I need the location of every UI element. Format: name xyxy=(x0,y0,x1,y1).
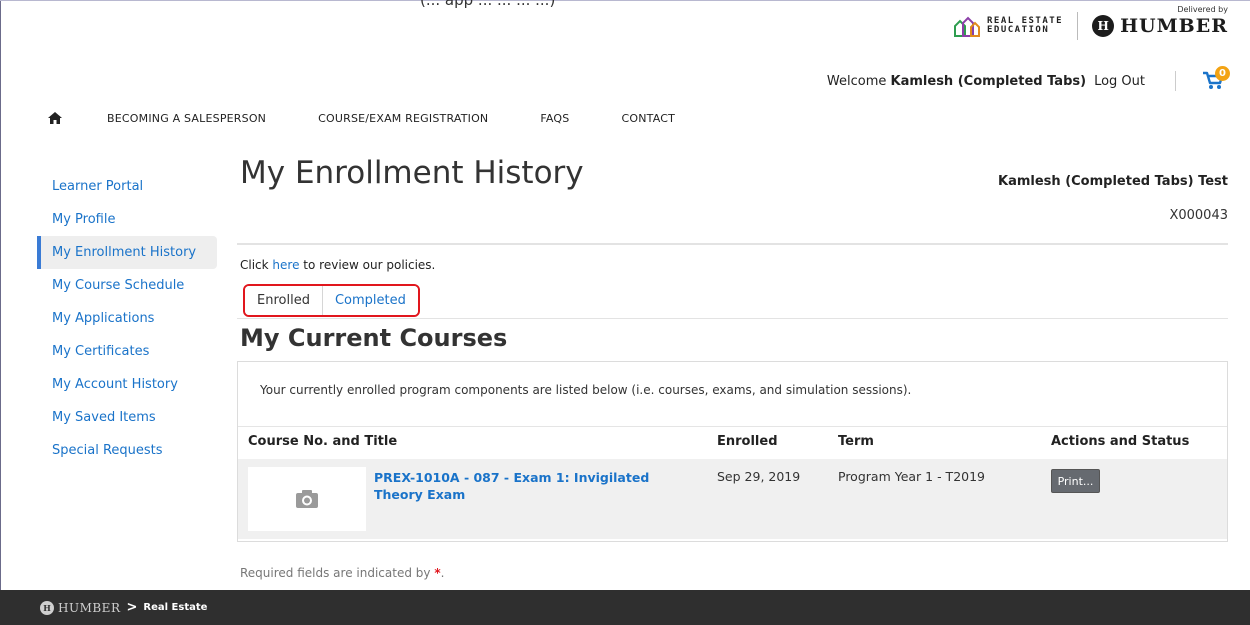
section-title: My Current Courses xyxy=(240,324,508,352)
clipped-caption: (... app ... ... ... ...) xyxy=(420,0,556,9)
policy-suffix: to review our policies. xyxy=(303,258,436,272)
sidebar-item-my-profile[interactable]: My Profile xyxy=(37,203,217,236)
window-left-edge xyxy=(0,0,1,590)
course-term: Program Year 1 - T2019 xyxy=(838,469,986,484)
sidebar-item-my-applications[interactable]: My Applications xyxy=(37,302,217,335)
course-thumbnail xyxy=(248,467,366,531)
education-text: EDUCATION xyxy=(987,25,1050,35)
camera-icon xyxy=(296,490,318,508)
title-divider xyxy=(237,243,1228,245)
delivered-by-text: Delivered by xyxy=(1177,5,1228,14)
required-fields-note: Required fields are indicated by *. xyxy=(240,566,444,580)
print-button[interactable]: Print... xyxy=(1051,469,1100,493)
nav-faqs[interactable]: FAQS xyxy=(540,112,569,125)
logout-link[interactable]: Log Out xyxy=(1094,74,1145,89)
welcome-divider xyxy=(1175,71,1176,91)
tab-completed[interactable]: Completed xyxy=(322,286,418,315)
window-top-edge xyxy=(0,0,1250,1)
cart-count-badge: 0 xyxy=(1215,66,1230,81)
sidebar-item-my-saved-items[interactable]: My Saved Items xyxy=(37,401,217,434)
nav-contact[interactable]: CONTACT xyxy=(621,112,675,125)
sidebar-item-my-course-schedule[interactable]: My Course Schedule xyxy=(37,269,217,302)
footer: H HUMBER > Real Estate xyxy=(0,590,1250,625)
footer-humber-mark-icon: H xyxy=(40,600,54,615)
real-estate-education-logo[interactable]: REAL ESTATE EDUCATION xyxy=(953,15,1063,37)
cart-button[interactable]: 0 xyxy=(1202,66,1230,92)
sidebar-item-my-certificates[interactable]: My Certificates xyxy=(37,335,217,368)
policy-notice: Click here to review our policies. xyxy=(240,258,435,272)
enrollment-tabs: Enrolled Completed xyxy=(243,284,420,317)
column-header-actions: Actions and Status xyxy=(1051,434,1190,449)
course-enrolled-date: Sep 29, 2019 xyxy=(717,469,801,484)
column-header-enrolled: Enrolled xyxy=(717,434,778,449)
course-title-link[interactable]: PREX-1010A - 087 - Exam 1: Invigilated T… xyxy=(374,469,699,503)
welcome-username: Kamlesh (Completed Tabs) xyxy=(890,73,1087,89)
courses-panel: Your currently enrolled program componen… xyxy=(237,361,1228,542)
tabs-divider xyxy=(237,318,1228,319)
humber-wordmark: HUMBER xyxy=(1120,15,1228,37)
houses-icon xyxy=(953,15,981,37)
welcome-bar: Welcome Kamlesh (Completed Tabs) Log Out… xyxy=(826,66,1230,92)
sidebar-item-learner-portal[interactable]: Learner Portal xyxy=(37,170,217,203)
top-navigation: BECOMING A SALESPERSON COURSE/EXAM REGIS… xyxy=(47,111,727,125)
sidebar-item-my-account-history[interactable]: My Account History xyxy=(37,368,217,401)
footer-humber-wordmark[interactable]: HUMBER xyxy=(58,601,120,615)
user-full-name: Kamlesh (Completed Tabs) Test xyxy=(998,174,1228,189)
sidebar: Learner Portal My Profile My Enrollment … xyxy=(37,170,217,467)
footer-real-estate-link[interactable]: Real Estate xyxy=(143,602,207,613)
required-suffix: . xyxy=(440,566,445,580)
welcome-prefix: Welcome xyxy=(826,73,887,89)
humber-mark-icon: H xyxy=(1092,15,1115,37)
home-icon[interactable] xyxy=(47,111,63,125)
required-prefix: Required fields are indicated by xyxy=(240,566,431,580)
brand-header: REAL ESTATE EDUCATION Delivered by H HUM… xyxy=(953,5,1228,40)
tab-enrolled[interactable]: Enrolled xyxy=(245,286,323,315)
user-id: X000043 xyxy=(1169,208,1228,223)
sidebar-item-my-enrollment-history[interactable]: My Enrollment History xyxy=(37,236,217,269)
policy-prefix: Click xyxy=(240,258,269,272)
nav-course-exam-registration[interactable]: COURSE/EXAM REGISTRATION xyxy=(318,112,488,125)
policy-link[interactable]: here xyxy=(272,258,299,272)
chevron-right-icon: > xyxy=(126,600,138,615)
page-title: My Enrollment History xyxy=(240,155,584,191)
humber-logo[interactable]: Delivered by H HUMBER xyxy=(1092,5,1228,37)
sidebar-item-special-requests[interactable]: Special Requests xyxy=(37,434,217,467)
panel-divider xyxy=(238,426,1227,427)
column-header-course: Course No. and Title xyxy=(248,434,398,449)
column-header-term: Term xyxy=(838,434,874,449)
nav-becoming-a-salesperson[interactable]: BECOMING A SALESPERSON xyxy=(107,112,266,125)
table-row: PREX-1010A - 087 - Exam 1: Invigilated T… xyxy=(238,459,1227,539)
brand-divider xyxy=(1077,12,1079,40)
panel-intro-text: Your currently enrolled program componen… xyxy=(260,383,912,397)
